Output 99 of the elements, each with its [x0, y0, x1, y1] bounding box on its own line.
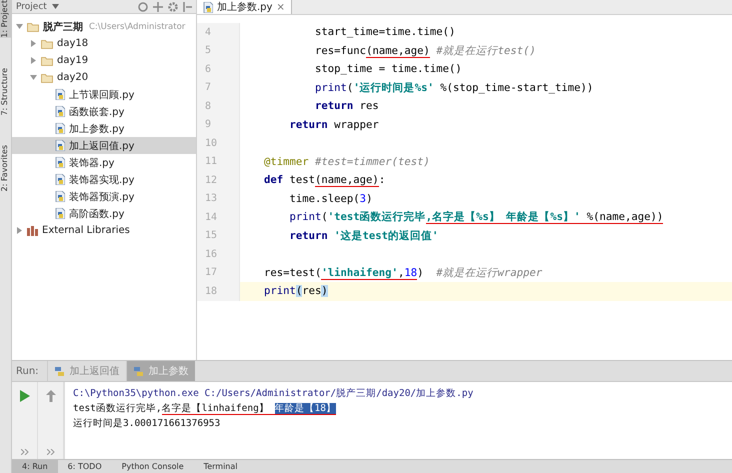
code-line: def test(name,age): [264, 174, 386, 186]
tree-item[interactable]: 装饰器预演.py [12, 188, 196, 205]
tree-item[interactable]: External Libraries [12, 222, 196, 239]
code-line: return res [314, 100, 379, 112]
item-label: day19 [57, 55, 88, 66]
tree-item[interactable]: 加上返回值.py [12, 137, 196, 154]
expanded-arrow-icon[interactable] [16, 23, 23, 30]
tree-item[interactable]: 上节课回顾.py [12, 86, 196, 103]
collapse-icon[interactable] [153, 2, 163, 12]
item-label: 加上返回值.py [69, 140, 134, 152]
code-line: return wrapper [288, 118, 379, 131]
project-dropdown[interactable]: Project [16, 2, 47, 12]
code-line: time.sleep(3) [288, 192, 372, 205]
line-number: 6 [197, 60, 240, 78]
code-line: print('test函数运行完毕,名字是【%s】 年龄是【%s】' %(name,age)) [288, 210, 664, 224]
code-line: print(res) [264, 285, 328, 298]
tree-item[interactable]: 装饰器实现.py [12, 171, 196, 188]
up-arrow-icon[interactable] [46, 390, 56, 402]
tab-label: 加上参数.py [217, 0, 272, 14]
line-number: 4 [197, 23, 240, 42]
side-tab[interactable]: 2: Favorites [0, 145, 11, 192]
item-label: 上节课回顾.py [69, 88, 134, 102]
console-line: C:\Python35\python.exe C:/Users/Administrator/脱产三期/day20/加上参数.py [73, 387, 474, 402]
tree-item[interactable]: day20 [12, 69, 196, 86]
more-icon[interactable] [20, 449, 28, 456]
code-line: stop_time = time.time() [314, 63, 462, 76]
item-label: day20 [57, 72, 88, 83]
hide-panel-icon[interactable] [183, 2, 192, 12]
side-tab[interactable]: 1: Project [0, 0, 11, 38]
line-number: 11 [197, 152, 240, 171]
line-number: 17 [197, 264, 240, 282]
console-line: 运行时间是3.000171661376953 [73, 417, 222, 432]
item-label: 装饰器实现.py [69, 174, 134, 186]
item-label: 装饰器.py [69, 156, 114, 170]
line-number: 7 [197, 78, 240, 97]
expanded-arrow-icon[interactable] [30, 74, 37, 81]
folder-icon [41, 38, 53, 48]
folder-icon [41, 72, 53, 82]
tree-item[interactable]: 函数嵌套.py [12, 103, 196, 120]
item-label: External Libraries [42, 225, 130, 236]
line-number: 15 [197, 226, 240, 245]
collapsed-arrow-icon[interactable] [30, 57, 37, 64]
tool-window-tab[interactable]: Python Console [112, 460, 194, 473]
python-icon [54, 366, 65, 377]
python-file-icon [55, 89, 65, 100]
code-line: start_time=time.time() [314, 26, 456, 38]
line-number: 10 [197, 134, 240, 152]
line-number: 5 [197, 42, 240, 60]
tree-item[interactable]: day19 [12, 52, 196, 69]
code-line: print('运行时间是%s' %(stop_time-start_time)) [314, 80, 594, 95]
settings-icon[interactable] [168, 2, 178, 12]
tree-item[interactable]: 加上参数.py [12, 120, 196, 137]
more-icon[interactable] [46, 449, 54, 456]
python-file-icon [55, 208, 65, 219]
python-file-icon [55, 106, 65, 117]
tool-window-tab[interactable]: 6: TODO [58, 460, 112, 473]
line-number: 18 [197, 282, 240, 300]
console-line: test函数运行完毕,名字是【linhaifeng】 年龄是【18】 [73, 402, 337, 416]
code-line: res=func(name,age) #就是在运行test() [314, 44, 536, 58]
python-file-icon [55, 174, 65, 185]
folder-path: C:\Users\Administrator [89, 22, 186, 32]
line-number: 12 [197, 171, 240, 190]
tree-item[interactable]: 高阶函数.py [12, 205, 196, 222]
line-number: 8 [197, 97, 240, 116]
code-line: return '这是test的返回值' [288, 228, 438, 243]
collapsed-arrow-icon[interactable] [30, 40, 37, 47]
side-tab[interactable]: 7: Structure [0, 68, 11, 116]
tool-window-tab[interactable]: 4: Run [12, 460, 58, 473]
python-file-icon [55, 123, 65, 134]
caret-icon[interactable] [52, 4, 59, 9]
python-file-icon [55, 140, 65, 151]
panel-label: Run: [15, 364, 40, 379]
python-file-icon [55, 157, 65, 168]
tree-item[interactable]: 脱产三期 C:\Users\Administrator [12, 18, 196, 35]
line-number: 9 [197, 116, 240, 134]
python-icon [132, 366, 144, 377]
item-label: 装饰器预演.py [69, 190, 134, 204]
item-label: 高阶函数.py [69, 208, 124, 220]
collapsed-arrow-icon[interactable] [16, 227, 23, 234]
item-label: 脱产三期 [43, 20, 83, 34]
item-label: 加上参数.py [69, 122, 124, 136]
line-number: 13 [197, 190, 240, 208]
tool-window-tab[interactable]: Terminal [194, 460, 248, 473]
file-tab[interactable]: 加上参数.py × [197, 0, 292, 14]
library-icon [27, 226, 38, 236]
tree-item[interactable]: day18 [12, 35, 196, 52]
item-label: day18 [57, 38, 88, 49]
tree-item[interactable]: 装饰器.py [12, 154, 196, 171]
code-line: res=test('linhaifeng',18) #就是在运行wrapper [264, 266, 542, 280]
target-icon[interactable] [138, 2, 148, 12]
item-label: 函数嵌套.py [69, 106, 124, 118]
folder-icon [41, 56, 53, 66]
line-number: 14 [197, 208, 240, 226]
folder-icon [27, 22, 39, 32]
code-line: @timmer #test=timmer(test) [264, 156, 430, 168]
line-number: 16 [197, 245, 240, 264]
close-icon[interactable]: × [276, 2, 285, 12]
run-icon[interactable] [20, 390, 30, 402]
python-file-icon [55, 191, 65, 202]
